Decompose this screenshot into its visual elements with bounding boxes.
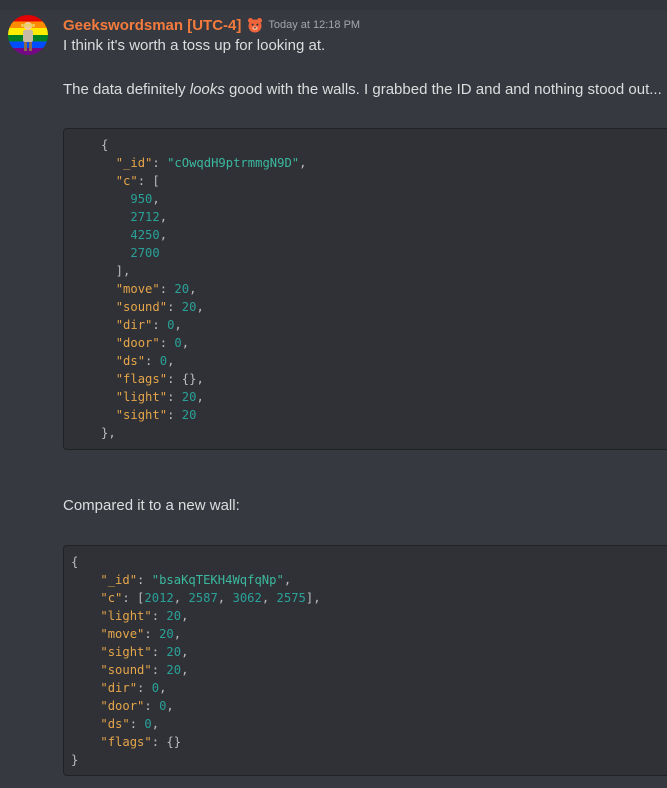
code-punctuation: {} xyxy=(181,372,197,386)
chat-message: Geekswordsman [UTC-4] Today at 12:18 PM … xyxy=(0,10,667,788)
code-punctuation: {} xyxy=(166,735,182,749)
code-number: 20 xyxy=(174,282,190,296)
code-number: 3062 xyxy=(232,591,262,605)
code-number: 2700 xyxy=(130,246,160,260)
code-block-new-wall[interactable]: { "_id": "bsaKqTEKH4WqfqNp", "c": [2012,… xyxy=(63,545,667,776)
code-key: "sound" xyxy=(100,663,152,677)
message-line-2: The data definitely looks good with the … xyxy=(63,81,662,98)
previous-message-strip xyxy=(0,0,667,10)
code-punctuation: { xyxy=(71,555,79,569)
code-key: "_id" xyxy=(100,573,138,587)
code-key: "c" xyxy=(115,174,138,188)
code-number: 2712 xyxy=(130,210,160,224)
code-number: 0 xyxy=(144,717,152,731)
code-number: 20 xyxy=(166,663,182,677)
bear-badge-icon[interactable] xyxy=(247,17,263,33)
code-key: "dir" xyxy=(115,318,153,332)
code-key: "door" xyxy=(100,699,145,713)
code-number: 20 xyxy=(181,390,197,404)
code-key: "_id" xyxy=(115,156,153,170)
code-number: 0 xyxy=(159,354,168,368)
code-number: 0 xyxy=(151,681,160,695)
code-number: 950 xyxy=(130,192,153,206)
code-string: "bsaKqTEKH4WqfqNp" xyxy=(151,573,284,587)
code-key: "move" xyxy=(115,282,160,296)
code-punctuation: }, xyxy=(101,426,116,440)
code-number: 0 xyxy=(159,699,167,713)
code-number: 0 xyxy=(174,336,182,350)
code-punctuation: { xyxy=(101,138,109,152)
code-number: 0 xyxy=(167,318,175,332)
code-number: 20 xyxy=(159,627,174,641)
code-number: 4250 xyxy=(130,228,160,242)
code-key: "ds" xyxy=(115,354,146,368)
code-number: 20 xyxy=(181,408,197,422)
code-number: 2012 xyxy=(144,591,174,605)
code-key: "ds" xyxy=(100,717,130,731)
code-number: 20 xyxy=(181,300,197,314)
code-key: "light" xyxy=(100,609,152,623)
avatar[interactable] xyxy=(8,15,48,55)
username[interactable]: Geekswordsman [UTC-4] xyxy=(63,17,241,34)
code-number: 2575 xyxy=(276,591,306,605)
code-key: "flags" xyxy=(100,735,152,749)
code-key: "light" xyxy=(115,390,168,404)
message-line-3: Compared it to a new wall: xyxy=(63,497,240,514)
text-fragment: The data definitely xyxy=(63,81,190,98)
code-block-old-wall[interactable]: { "_id": "cOwqdH9ptrmmgN9D", "c": [ 950,… xyxy=(63,128,667,450)
code-number: 20 xyxy=(166,609,182,623)
code-key: "move" xyxy=(100,627,145,641)
code-number: 20 xyxy=(166,645,182,659)
code-key: "sight" xyxy=(115,408,168,422)
code-number: 2587 xyxy=(188,591,218,605)
timestamp: Today at 12:18 PM xyxy=(268,19,361,31)
code-key: "dir" xyxy=(100,681,138,695)
code-string: "cOwqdH9ptrmmgN9D" xyxy=(167,156,300,170)
code-key: "flags" xyxy=(115,372,168,386)
code-key: "sound" xyxy=(115,300,168,314)
avatar-figure-icon xyxy=(21,22,35,51)
code-key: "sight" xyxy=(100,645,152,659)
code-key: "door" xyxy=(115,336,160,350)
text-fragment: good with the walls. I grabbed the ID an… xyxy=(224,81,662,98)
message-line-1: I think it's worth a toss up for looking… xyxy=(63,37,326,54)
message-header: Geekswordsman [UTC-4] Today at 12:18 PM xyxy=(63,14,360,36)
code-key: "c" xyxy=(100,591,123,605)
emphasis-text: looks xyxy=(189,81,225,98)
code-punctuation: } xyxy=(71,753,79,767)
